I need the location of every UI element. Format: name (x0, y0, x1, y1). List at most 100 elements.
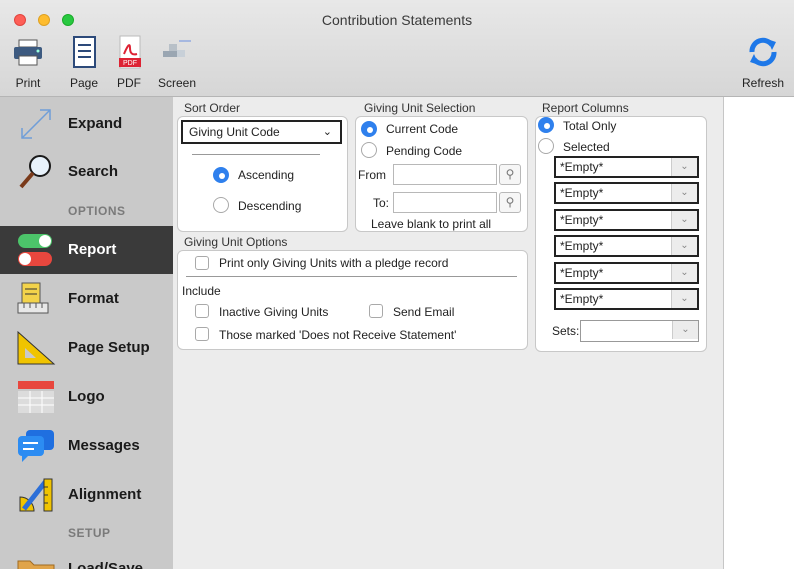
sidebar-item-messages[interactable]: Messages (0, 422, 173, 470)
sidebar-label-expand: Expand (68, 115, 123, 132)
sidebar-item-expand[interactable]: Expand (0, 100, 173, 148)
refresh-icon (749, 37, 777, 67)
print-label: Print (15, 76, 41, 90)
report-columns-label: Report Columns (542, 101, 629, 115)
sort-order-label: Sort Order (184, 101, 241, 115)
not-receive-label: Those marked 'Does not Receive Statement… (219, 328, 457, 342)
selected-label: Selected (563, 140, 610, 154)
chevron-down-icon: ⌄ (671, 158, 697, 176)
from-label: From (358, 168, 386, 182)
preview-pane (724, 97, 794, 569)
total-only-label: Total Only (563, 119, 617, 133)
page-button[interactable]: Page (64, 34, 104, 90)
sidebar-item-format[interactable]: Format (0, 275, 173, 323)
pdf-badge-text: PDF (123, 60, 137, 67)
sets-select[interactable]: ⌄ (580, 320, 699, 342)
pledge-only-checkbox[interactable] (195, 256, 209, 270)
to-label: To: (373, 196, 390, 210)
toggle-switches-icon (18, 234, 52, 266)
pending-code-label: Pending Code (386, 144, 463, 158)
printer-icon (14, 39, 42, 66)
sidebar-item-load-save[interactable]: Load/Save (0, 545, 173, 569)
sidebar-label-load-save: Load/Save (68, 560, 144, 569)
report-columns-box (535, 116, 707, 352)
sidebar-item-logo[interactable]: Logo (0, 373, 173, 421)
sidebar-label-alignment: Alignment (68, 486, 142, 503)
sidebar: Expand Search OPTIONS Report Format Page… (0, 97, 173, 569)
setup-section-header: SETUP (68, 526, 111, 540)
alignment-tools-icon (19, 478, 53, 512)
chevron-down-icon: ⌄ (671, 290, 697, 308)
selected-radio[interactable] (538, 138, 554, 154)
include-label: Include (182, 284, 221, 298)
report-column-select-1[interactable]: *Empty* ⌄ (554, 156, 699, 178)
inactive-checkbox[interactable] (195, 304, 209, 318)
window-title: Contribution Statements (321, 12, 473, 28)
format-ruler-icon (17, 282, 49, 314)
report-column-select-5[interactable]: *Empty* ⌄ (554, 262, 699, 284)
chevron-down-icon: ⌄ (671, 184, 697, 202)
chevron-down-icon: ⌄ (671, 264, 697, 282)
report-column-select-2[interactable]: *Empty* ⌄ (554, 182, 699, 204)
send-email-checkbox[interactable] (369, 304, 383, 318)
current-code-radio[interactable] (361, 121, 377, 137)
page-icon (73, 36, 96, 68)
send-email-label: Send Email (393, 305, 455, 319)
sidebar-item-page-setup[interactable]: Page Setup (0, 324, 173, 372)
column-value: *Empty* (560, 213, 604, 227)
pending-code-radio[interactable] (361, 142, 377, 158)
pledge-only-label: Print only Giving Units with a pledge re… (219, 256, 449, 270)
sidebar-label-page-setup: Page Setup (68, 339, 150, 356)
column-value: *Empty* (560, 160, 604, 174)
total-only-radio[interactable] (538, 117, 554, 133)
window-titlebar: Contribution Statements Print Page PDF P… (0, 0, 794, 97)
sidebar-item-alignment[interactable]: Alignment (0, 471, 173, 519)
to-search-button[interactable]: ⚲ (499, 192, 521, 213)
search-icon: ⚲ (505, 167, 515, 181)
column-value: *Empty* (560, 292, 604, 306)
sidebar-label-search: Search (68, 163, 119, 180)
refresh-label: Refresh (741, 76, 785, 90)
options-section-header: OPTIONS (68, 204, 126, 218)
column-value: *Empty* (560, 186, 604, 200)
not-receive-checkbox[interactable] (195, 327, 209, 341)
leave-blank-hint: Leave blank to print all (371, 217, 492, 231)
screen-button[interactable]: Screen (152, 34, 202, 90)
sidebar-item-report[interactable]: Report (0, 226, 173, 274)
screen-label: Screen (157, 76, 197, 90)
screen-icon (163, 40, 191, 57)
chevron-down-icon: ⌄ (672, 321, 698, 339)
report-column-select-4[interactable]: *Empty* ⌄ (554, 235, 699, 257)
search-icon: ⚲ (505, 195, 515, 209)
page-label: Page (69, 76, 99, 90)
print-button[interactable]: Print (8, 34, 48, 90)
options-divider (186, 276, 517, 277)
to-input[interactable] (393, 192, 497, 213)
logo-table-icon (18, 381, 54, 413)
giving-unit-selection-label: Giving Unit Selection (364, 101, 476, 115)
sidebar-label-messages: Messages (68, 437, 140, 454)
descending-label: Descending (238, 199, 302, 213)
sidebar-label-logo: Logo (68, 388, 105, 405)
column-value: *Empty* (560, 239, 604, 253)
ascending-label: Ascending (238, 168, 295, 182)
report-column-select-3[interactable]: *Empty* ⌄ (554, 209, 699, 231)
inactive-label: Inactive Giving Units (219, 305, 329, 319)
from-search-button[interactable]: ⚲ (499, 164, 521, 185)
from-input[interactable] (393, 164, 497, 185)
giving-unit-options-label: Giving Unit Options (184, 235, 288, 249)
pdf-button[interactable]: PDF PDF (112, 34, 146, 90)
report-column-select-6[interactable]: *Empty* ⌄ (554, 288, 699, 310)
chat-bubbles-icon (18, 430, 54, 462)
sidebar-label-format: Format (68, 290, 119, 307)
sidebar-item-search[interactable]: Search (0, 148, 173, 196)
descending-radio[interactable] (213, 197, 229, 213)
sets-label: Sets: (552, 324, 580, 338)
current-code-label: Current Code (386, 122, 459, 136)
sort-order-select[interactable]: Giving Unit Code ⌄ (181, 120, 342, 144)
ascending-radio[interactable] (213, 167, 229, 183)
column-value: *Empty* (560, 266, 604, 280)
set-square-icon (17, 330, 56, 365)
refresh-button[interactable]: Refresh (736, 34, 790, 90)
chevron-down-icon: ⌄ (671, 211, 697, 229)
